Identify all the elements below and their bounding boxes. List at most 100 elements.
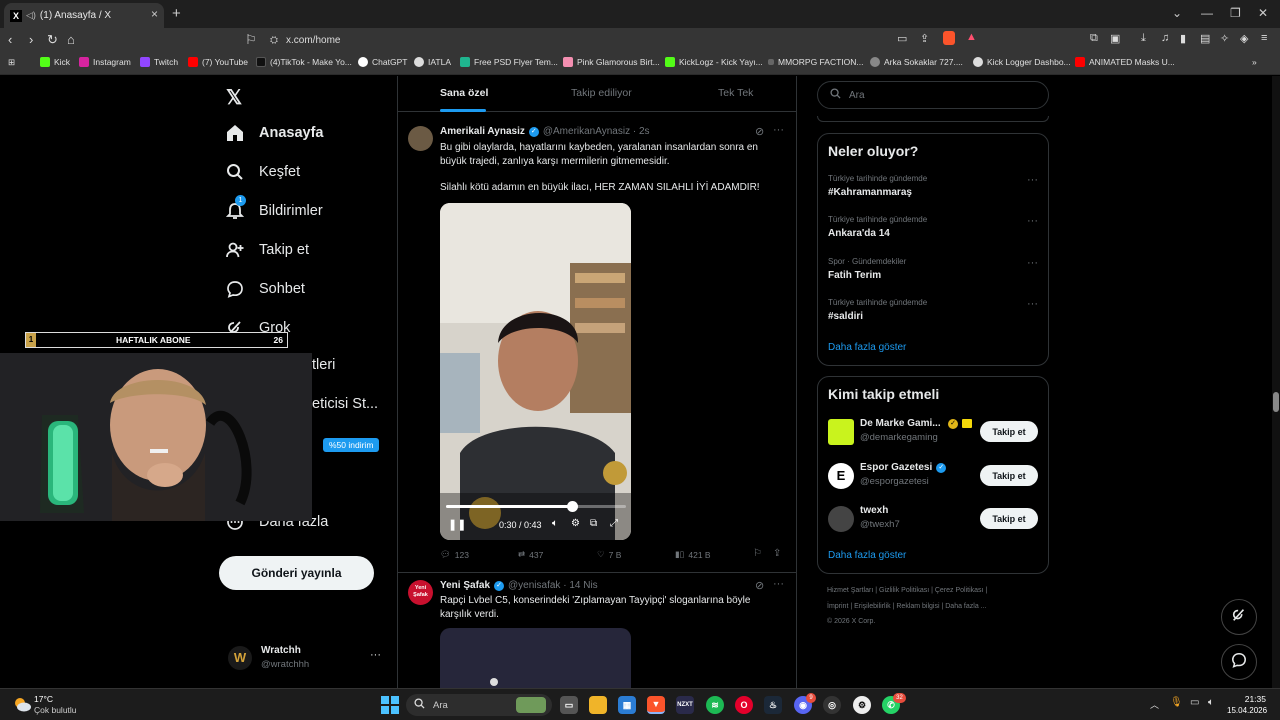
grok-floating-button[interactable] [1221, 599, 1257, 635]
views-button[interactable]: ▮▯ 421 B [675, 549, 711, 560]
account-more-icon[interactable]: ··· [370, 649, 381, 661]
who-show-more-link[interactable]: Daha fazla göster [828, 550, 906, 561]
tweet[interactable]: Yeni Şafak Yeni Şafak ✓ @yenisafak · 14 … [397, 574, 796, 688]
tray-overflow-icon[interactable]: ︿ [1150, 698, 1159, 711]
url-text[interactable]: x.com/home [286, 35, 340, 46]
address-bar[interactable]: ⛭ x.com/home [270, 30, 340, 50]
clock-date[interactable]: 15.04.2026 [1227, 706, 1267, 715]
start-windows-icon[interactable] [381, 696, 399, 714]
opera-icon[interactable]: O [735, 696, 753, 714]
reply-button[interactable]: 💬︎ 123 [440, 549, 469, 560]
account-switcher[interactable]: W Wratchh @wratchhh ··· [225, 641, 395, 679]
follow-button[interactable]: Takip et [980, 508, 1038, 529]
nav-lists[interactable]: tleri [312, 357, 335, 373]
spotify-icon[interactable]: ≋ [706, 696, 724, 714]
clock-time[interactable]: 21:35 [1230, 694, 1266, 704]
tweet-video-thumbnail[interactable] [440, 628, 631, 688]
share-icon[interactable]: ⇪ [920, 32, 929, 45]
download-icon[interactable]: ⤓ [1141, 32, 1146, 45]
post-button[interactable]: Gönderi yayınla [219, 556, 374, 590]
pause-icon[interactable]: ❚❚ [448, 518, 466, 531]
bookmark-twitch[interactable]: Twitch [140, 57, 178, 67]
trends-show-more-link[interactable]: Daha fazla göster [828, 342, 906, 353]
follow-suggestion[interactable]: E Espor Gazetesi ✓ @esporgazetesi Takip … [818, 459, 1048, 495]
footer-links[interactable]: İmprint | Erişilebilirlik | Reklam bilgi… [827, 603, 987, 610]
messages-floating-button[interactable] [1221, 644, 1257, 680]
bookmark-youtube[interactable]: (7) YouTube [188, 57, 248, 67]
like-button[interactable]: ♡ 7 B [597, 549, 621, 560]
maximize-icon[interactable]: ❐ [1230, 6, 1241, 20]
music-icon[interactable]: ♫ [1161, 32, 1169, 44]
cast-icon[interactable]: ▭ [897, 32, 907, 45]
follow-button[interactable]: Takip et [980, 465, 1038, 486]
trend-item[interactable]: Türkiye tarihinde gündemde Ankara'da 14 … [818, 213, 1048, 253]
video-progress-track[interactable] [446, 501, 626, 512]
bookmark-icon[interactable]: ⚐ [245, 32, 257, 48]
home-icon[interactable]: ⌂ [67, 32, 75, 47]
follow-suggestion[interactable]: De Marke Gami... ✓ @demarkegaming Takip … [818, 415, 1048, 451]
reader-icon[interactable]: ▣ [1110, 32, 1120, 45]
wallet-icon[interactable]: ▤ [1200, 32, 1210, 45]
tweet[interactable]: Amerikali Aynasiz ✓ @AmerikanAynasiz · 2… [397, 116, 796, 573]
share-tweet-icon[interactable]: ⇪ [773, 548, 781, 559]
trend-more-icon[interactable]: ··· [1027, 257, 1038, 269]
back-icon[interactable]: ‹ [8, 32, 12, 47]
taskbar-search[interactable]: Ara [406, 694, 552, 716]
more-bookmarks-icon[interactable]: » [1252, 57, 1257, 67]
bookmark-pink[interactable]: Pink Glamorous Birt... [563, 57, 660, 67]
retweet-button[interactable]: ⇄ 437 [518, 549, 543, 560]
trend-item[interactable]: Spor · Gündemdekiler Fatih Terim ··· [818, 255, 1048, 295]
bookmark-tiktok[interactable]: (4)TikTok - Make Yo... [256, 57, 352, 67]
weather-desc[interactable]: Çok bulutlu [34, 705, 77, 715]
nav-chat[interactable]: Sohbet [225, 279, 305, 299]
microphone-icon[interactable]: 🎙︎ [1170, 697, 1183, 708]
nav-premium[interactable]: eticisi St... [312, 396, 378, 412]
picture-in-picture-icon[interactable]: ⧉ [590, 518, 597, 529]
trend-item[interactable]: Türkiye tarihinde gündemde #saldiri ··· [818, 296, 1048, 336]
volume-icon[interactable]: 🔈︎ [552, 518, 558, 529]
bookmark-animated[interactable]: ANIMATED Masks U... [1075, 57, 1175, 67]
speaker-tray-icon[interactable]: 🔈︎ [1208, 697, 1214, 708]
bookmark-arkasokaklar[interactable]: Arka Sokaklar 727.... [870, 57, 963, 67]
trend-item[interactable]: Türkiye tarihinde gündemde #Kahramanmara… [818, 172, 1048, 212]
browser-tab[interactable]: X ◁) (1) Anasayfa / X × [4, 3, 164, 28]
sidebar-icon[interactable]: ▮ [1180, 32, 1186, 45]
obs-icon[interactable]: ◎ [823, 696, 841, 714]
premium-discount-badge[interactable]: %50 indirim [323, 438, 380, 452]
minimize-icon[interactable]: — [1201, 6, 1213, 20]
bookmark-freepsd[interactable]: Free PSD Flyer Tem... [460, 57, 558, 67]
brave-browser-icon[interactable]: ▼ [647, 696, 665, 714]
menu-icon[interactable]: ≡ [1261, 32, 1267, 44]
leo-ai-icon[interactable]: ✧ [1220, 32, 1229, 45]
bookmark-mmorpg[interactable]: MMORPG FACTION... [768, 57, 863, 67]
video-progress-handle[interactable] [566, 501, 578, 512]
reload-icon[interactable]: ↻ [47, 32, 58, 48]
bookmark-iatla[interactable]: IATLA [414, 57, 451, 67]
nzxt-icon[interactable]: NZXT [676, 696, 694, 714]
grok-analyze-icon[interactable]: ⊘ [755, 125, 764, 138]
fullscreen-icon[interactable]: ⤢ [610, 518, 618, 529]
forward-icon[interactable]: › [29, 32, 33, 47]
bookmark-kicklogz[interactable]: KickLogz - Kick Yayı... [665, 57, 763, 67]
site-settings-icon[interactable]: ⛭ [270, 35, 278, 46]
close-window-icon[interactable]: ✕ [1258, 6, 1268, 20]
tab-for-you[interactable]: Sana özel [440, 87, 488, 99]
vpn-icon[interactable]: ◈ [1240, 32, 1248, 45]
tweet-handle[interactable]: @yenisafak · 14 Nis [508, 580, 598, 591]
page-scrollbar[interactable] [1272, 76, 1280, 688]
extensions-icon[interactable]: ⧉ [1090, 32, 1098, 45]
tweet-handle[interactable]: @AmerikanAynasiz · 2s [543, 126, 650, 137]
bookmark-chatgpt[interactable]: ChatGPT [358, 57, 407, 67]
brave-shield-icon[interactable] [943, 31, 955, 45]
file-explorer-icon[interactable] [589, 696, 607, 714]
follow-button[interactable]: Takip et [980, 421, 1038, 442]
tweet-video[interactable]: ❚❚ 0:30 / 0:43 🔈︎ ⚙︎ ⧉ ⤢ [440, 203, 631, 540]
bookmark-kick[interactable]: Kick [40, 57, 70, 67]
nav-explore[interactable]: Keşfet [225, 162, 300, 182]
x-logo-icon[interactable]: 𝕏 [226, 85, 242, 110]
footer-links[interactable]: Hizmet Şartları | Gizlilik Politikası | … [827, 587, 987, 594]
brave-rewards-icon[interactable]: ▲ [966, 31, 977, 43]
nav-home[interactable]: Anasayfa [225, 123, 323, 143]
tweet-author-name[interactable]: Amerikali Aynasiz [440, 126, 525, 137]
new-tab-button[interactable]: + [172, 5, 181, 22]
